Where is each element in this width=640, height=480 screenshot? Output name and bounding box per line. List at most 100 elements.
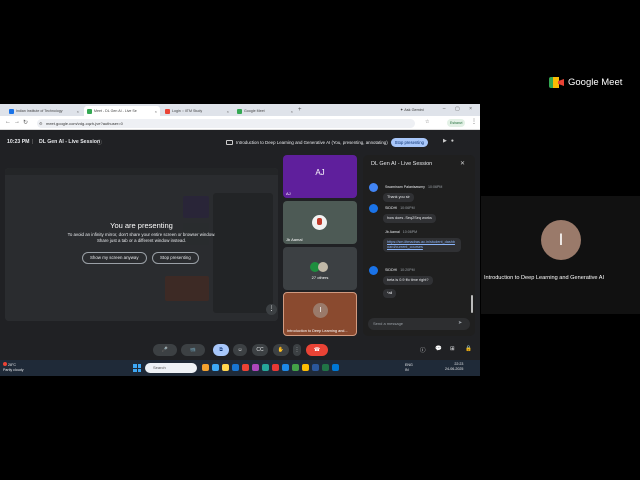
presenting-banner-text: Introduction to Deep Learning and Genera… xyxy=(236,140,388,145)
camera-button[interactable]: 📹 xyxy=(181,344,205,356)
more-options-button[interactable]: ⋮ xyxy=(293,344,301,356)
tab-google-meet[interactable]: Google Meet × xyxy=(234,106,296,116)
system-tray[interactable]: ENG IN xyxy=(405,363,413,373)
camera-icon: 📹 xyxy=(189,347,197,353)
more-options-icon[interactable]: ⋮ xyxy=(266,304,277,315)
info-icon[interactable]: ⓘ xyxy=(97,139,102,146)
taskbar-app-icon[interactable] xyxy=(332,364,339,371)
participant-tile-others[interactable]: 27 others xyxy=(283,247,357,290)
message-sender: Swaminam Palanisawmy 10:06PM xyxy=(385,185,442,189)
side-participant-name: Introduction to Deep Learning and Genera… xyxy=(484,275,605,281)
camera-icon[interactable]: ▶ xyxy=(443,138,447,144)
sender-name: Jb Aamal xyxy=(385,230,400,234)
close-icon[interactable]: × xyxy=(77,109,79,114)
message-bubble: how does .Seq2Seq works xyxy=(383,214,436,223)
tab-label: Indian Institute of Technology xyxy=(16,109,63,113)
browser-menu-icon[interactable]: ⋮ xyxy=(471,118,477,125)
weather-temp: 28°C xyxy=(8,363,17,367)
url-field[interactable]: ⚙ meet.google.com/vdg-cqzh-jve?authuser=… xyxy=(37,118,415,128)
tab-favicon xyxy=(87,108,92,114)
weather-widget[interactable]: 28°C Partly cloudy xyxy=(3,362,24,373)
region: IN xyxy=(405,368,409,372)
tab-meet[interactable]: Meet - DL Gen AI - Live Se × xyxy=(84,106,160,116)
message-link[interactable]: https://sm.iitmadras.ac.in/student_dashb… xyxy=(383,238,461,252)
chat-message-input[interactable]: Send a message xyxy=(368,318,470,330)
info-icon[interactable]: ⓘ xyxy=(420,346,426,354)
sender-name: SIDDHI xyxy=(385,206,398,210)
lock-icon[interactable]: 🔒 xyxy=(465,346,472,352)
tab-iit[interactable]: Indian Institute of Technology × xyxy=(6,106,82,116)
taskbar-clock[interactable]: 22:23 24-06-2025 xyxy=(445,362,463,372)
close-icon[interactable]: × xyxy=(227,109,229,114)
site-info-icon[interactable]: ⚙ xyxy=(39,119,43,128)
edge-icon[interactable] xyxy=(232,364,239,371)
avatar xyxy=(369,266,378,275)
taskbar-app-icon[interactable] xyxy=(272,364,279,371)
taskbar-app-icon[interactable] xyxy=(202,364,209,371)
captions-button[interactable]: CC xyxy=(252,344,268,356)
mic-icon: 🎤 xyxy=(161,347,169,353)
meeting-title: DL Gen AI - Live Session xyxy=(39,139,101,145)
presentation-overlay xyxy=(5,168,278,321)
meet-camera-icon xyxy=(549,77,564,88)
close-icon[interactable]: × xyxy=(155,109,157,114)
present-button[interactable]: ⧉ xyxy=(213,344,229,356)
taskbar-search[interactable]: Search xyxy=(145,363,197,373)
chat-panel: DL Gen AI - Live Session ✕ Swaminam Pala… xyxy=(363,155,475,336)
user-badge-icon[interactable]: ● xyxy=(451,138,454,144)
windows-start-icon[interactable] xyxy=(133,364,141,372)
chrome-icon[interactable] xyxy=(302,364,309,371)
stop-presenting-top-button[interactable]: Stop presenting xyxy=(390,138,429,147)
participant-tile-aj[interactable]: AJ AJ xyxy=(283,155,357,198)
header-separator: | xyxy=(32,139,34,145)
taskbar-app-icon[interactable] xyxy=(212,364,219,371)
taskbar-app-icon[interactable] xyxy=(252,364,259,371)
message-time: 10:06PM xyxy=(427,185,443,189)
chat-title: DL Gen AI - Live Session xyxy=(371,161,433,167)
excel-icon[interactable] xyxy=(322,364,329,371)
participant-name: AJ xyxy=(286,191,291,196)
clock-date: 24-06-2025 xyxy=(445,367,464,371)
participant-tile-presentation[interactable]: I Introduction to Deep Learning and... xyxy=(283,292,357,336)
taskbar-app-icon[interactable] xyxy=(282,364,289,371)
forward-icon[interactable]: → xyxy=(14,119,20,125)
mic-button[interactable]: 🎤 xyxy=(153,344,177,356)
presenting-heading: You are presenting xyxy=(110,221,173,230)
ask-gemini-button[interactable]: ✦ Ask Gemini xyxy=(400,107,424,113)
close-icon[interactable]: ✕ xyxy=(460,160,465,167)
google-meet-logo: Google Meet xyxy=(549,77,622,88)
leave-call-button[interactable]: ☎ xyxy=(306,344,328,356)
emoji-button[interactable]: ☺ xyxy=(233,344,247,356)
back-icon[interactable]: ← xyxy=(5,119,11,125)
activities-icon[interactable]: ⊞ xyxy=(450,346,455,352)
folder-icon[interactable] xyxy=(222,364,229,371)
tab-favicon xyxy=(9,108,14,114)
bookmark-star-icon[interactable]: ☆ xyxy=(425,119,429,125)
weather-icon xyxy=(3,362,7,366)
chat-scrollbar[interactable] xyxy=(471,295,473,313)
avatar xyxy=(369,204,378,213)
word-icon[interactable] xyxy=(312,364,319,371)
profile-button[interactable]: Eshanvi xyxy=(447,119,466,127)
hand-icon: ✋ xyxy=(277,347,285,353)
send-icon[interactable]: ➤ xyxy=(458,320,462,326)
reload-icon[interactable]: ↻ xyxy=(23,119,28,126)
taskbar-app-icon[interactable] xyxy=(242,364,249,371)
window-controls[interactable]: – ▢ × xyxy=(443,106,476,112)
participant-name: Introduction to Deep Learning and... xyxy=(287,329,348,333)
taskbar-app-icon[interactable] xyxy=(292,364,299,371)
url-text: meet.google.com/vdg-cqzh-jve?authuser=0 xyxy=(46,120,123,126)
participant-tile-jb-aamal[interactable]: Jb Aamal xyxy=(283,201,357,244)
show-screen-anyway-button[interactable]: Show my screen anyway xyxy=(82,252,147,264)
new-tab-button[interactable]: + xyxy=(298,107,302,113)
raise-hand-button[interactable]: ✋ xyxy=(273,344,289,356)
tab-login[interactable]: Login :: IITM Study × xyxy=(162,106,232,116)
chat-icon[interactable]: 💬 xyxy=(435,346,442,352)
message-sender: SIDDHI 10:06PM xyxy=(385,206,415,210)
stop-presenting-button[interactable]: Stop presenting xyxy=(152,252,199,264)
close-icon[interactable]: × xyxy=(291,109,293,114)
message-time: 10:06PM xyxy=(400,206,415,210)
participant-initials: AJ xyxy=(315,168,325,177)
taskbar-app-icon[interactable] xyxy=(262,364,269,371)
header-icons: ▶ ● xyxy=(443,138,454,144)
